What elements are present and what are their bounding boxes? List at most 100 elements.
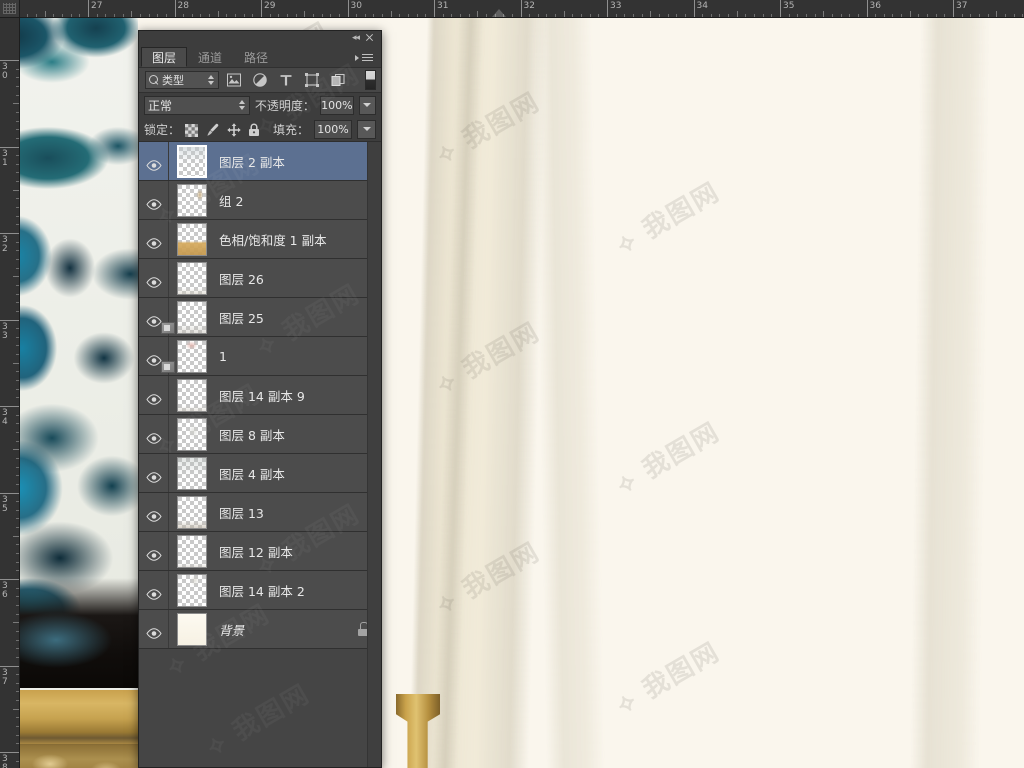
layer-thumbnail[interactable] [177,456,207,490]
eye-icon[interactable] [145,156,162,171]
layer-thumbnail[interactable] [177,612,207,646]
layer-visibility-cell[interactable] [139,571,169,609]
layer-thumbnail[interactable] [177,417,207,451]
layer-thumbnail[interactable] [177,495,207,529]
ruler-tick-minor [16,475,19,477]
layer-visibility-cell[interactable] [139,454,169,492]
table-row[interactable]: 背景 [139,610,381,649]
filter-type-layers-icon[interactable] [275,70,297,90]
table-row[interactable]: 图层 14 副本 2 [139,571,381,610]
lock-row[interactable]: 锁定： 填充： 100% [139,117,381,141]
layer-visibility-cell[interactable] [139,220,169,258]
table-row[interactable]: 色相/饱和度 1 副本 [139,220,381,259]
layer-name: 图层 26 [219,271,264,287]
close-icon[interactable] [364,32,375,43]
ruler-tick-minor [226,14,228,17]
ruler-label: 28 [177,1,189,11]
layer-thumbnail[interactable] [177,222,207,256]
layer-thumbnail[interactable] [177,378,207,412]
layer-thumbnail[interactable] [177,144,207,178]
ruler-tick-minor [823,11,825,17]
chevron-updown-icon[interactable] [238,99,246,111]
fill-dropdown-icon[interactable] [357,119,376,139]
filter-shape-layers-icon[interactable] [301,70,323,90]
tab-channels[interactable]: 通道 [187,47,233,67]
ruler-tick-minor [209,14,211,17]
lock-image-pixels-icon[interactable] [206,122,220,136]
lock-all-icon[interactable] [248,122,262,136]
ruler-tick-minor [883,14,885,17]
layer-thumbnail[interactable] [177,339,207,373]
table-row[interactable]: 图层 2 副本 [139,142,381,181]
layer-visibility-cell[interactable] [139,376,169,414]
lock-position-icon[interactable] [227,122,241,137]
layer-visibility-cell[interactable] [139,415,169,453]
layer-visibility-cell[interactable] [139,610,169,648]
lock-icon-group[interactable] [185,122,262,137]
ruler-tick-minor [356,14,358,17]
table-row[interactable]: 1 [139,337,381,376]
panel-menu-icon[interactable] [355,53,374,63]
layer-thumbnail[interactable] [177,534,207,568]
filter-power-toggle[interactable] [365,70,376,90]
eye-icon[interactable] [145,390,162,405]
eye-icon[interactable] [145,507,162,522]
ruler-tick-minor [27,14,29,17]
horizontal-ruler[interactable]: 27 28 29 30 31 32 33 34 35 36 37 [20,0,1024,18]
table-row[interactable]: 组 2 [139,181,381,220]
filter-pixel-layers-icon[interactable] [223,70,245,90]
filter-smart-object-layers-icon[interactable] [327,70,349,90]
eye-icon[interactable] [145,546,162,561]
eye-icon[interactable] [145,351,162,366]
ruler-tick-minor [632,14,634,17]
fill-value[interactable]: 100% [314,119,352,139]
blend-mode-select[interactable]: 正常 [144,95,250,115]
table-row[interactable]: 图层 13 [139,493,381,532]
eye-icon[interactable] [145,468,162,483]
lock-transparent-pixels-icon[interactable] [185,122,199,137]
layer-mask-badge[interactable] [161,361,175,373]
table-row[interactable]: 图层 4 副本 [139,454,381,493]
panel-titlebar[interactable]: ◂◂ [139,31,381,45]
layer-visibility-cell[interactable] [139,532,169,570]
collapse-double-arrow-icon[interactable]: ◂◂ [352,33,360,43]
ruler-tick-minor [615,14,617,17]
eye-icon[interactable] [145,195,162,210]
layers-panel[interactable]: ◂◂ 图层 通道 路径 类型 正常 不透明度： 100% 锁定： 填充： 100… [138,30,382,768]
eye-icon[interactable] [145,624,162,639]
layer-visibility-cell[interactable] [139,493,169,531]
blend-mode-row[interactable]: 正常 不透明度： 100% [139,93,381,117]
vertical-ruler[interactable]: 30 31 32 33 34 35 36 37 38 [0,18,20,768]
layer-thumbnail[interactable] [177,261,207,295]
layer-visibility-cell[interactable] [139,181,169,219]
filter-adjustment-layers-icon[interactable] [249,70,271,90]
table-row[interactable]: 图层 8 副本 [139,415,381,454]
panel-tabs[interactable]: 图层 通道 路径 [139,45,381,67]
layers-list[interactable]: 图层 2 副本组 2 色相/饱和度 1 副本 图层 26 图层 25 1 图层 14 副本… [139,141,381,767]
table-row[interactable]: 图层 14 副本 9 [139,376,381,415]
layer-visibility-cell[interactable] [139,142,169,180]
tab-paths[interactable]: 路径 [233,47,279,67]
table-row[interactable]: 图层 26 [139,259,381,298]
opacity-dropdown-icon[interactable] [358,95,376,115]
eye-icon[interactable] [145,585,162,600]
eye-icon[interactable] [145,234,162,249]
layer-thumbnail[interactable] [177,183,207,217]
layer-thumbnail[interactable] [177,573,207,607]
table-row[interactable]: 图层 25 [139,298,381,337]
ruler-corner-unit-toggle[interactable] [0,0,20,18]
eye-icon[interactable] [145,312,162,327]
table-row[interactable]: 图层 12 副本 [139,532,381,571]
opacity-value[interactable]: 100% [319,95,354,115]
ruler-tick-minor [16,717,19,719]
layer-mask-badge[interactable] [161,322,175,334]
eye-icon[interactable] [145,273,162,288]
tab-layers[interactable]: 图层 [141,47,188,67]
chevron-updown-icon[interactable] [208,74,215,86]
layer-thumbnail[interactable] [177,300,207,334]
filter-kind-select[interactable]: 类型 [145,71,219,89]
layers-scroll-gutter[interactable] [367,142,381,767]
eye-icon[interactable] [145,429,162,444]
layer-visibility-cell[interactable] [139,259,169,297]
layer-filter-row[interactable]: 类型 [139,67,381,93]
